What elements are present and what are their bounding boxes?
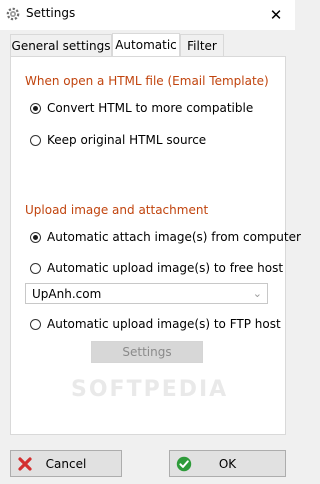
- watermark-text: SOFTPEDIA: [71, 377, 229, 402]
- radio-convert-html[interactable]: Convert HTML to more compatible: [30, 101, 253, 115]
- tab-automatic[interactable]: Automatic: [112, 33, 180, 56]
- html-section-title: When open a HTML file (Email Template): [25, 74, 269, 88]
- cancel-button[interactable]: Cancel: [10, 450, 122, 477]
- title-bar: Settings ✕: [0, 0, 295, 30]
- tab-filter[interactable]: Filter: [180, 34, 224, 56]
- free-host-select[interactable]: UpAnh.com ⌄: [25, 283, 268, 304]
- ok-button[interactable]: OK: [169, 450, 286, 477]
- close-button[interactable]: ✕: [257, 0, 295, 30]
- radio-label: Keep original HTML source: [47, 133, 207, 147]
- close-icon: ✕: [269, 6, 283, 24]
- chevron-down-icon: ⌄: [252, 287, 262, 300]
- settings-gear-icon: [5, 6, 21, 22]
- radio-keep-original-html[interactable]: Keep original HTML source: [30, 133, 206, 147]
- radio-button[interactable]: [30, 262, 41, 274]
- radio-label: Automatic upload image(s) to FTP host: [47, 317, 281, 331]
- window-title: Settings: [26, 6, 76, 20]
- radio-attach-from-computer[interactable]: Automatic attach image(s) from computer: [30, 230, 301, 244]
- radio-button[interactable]: [30, 318, 41, 330]
- ok-label: OK: [218, 457, 237, 471]
- radio-button[interactable]: [30, 134, 41, 146]
- radio-label: Automatic upload image(s) to free host: [47, 261, 284, 275]
- ftp-settings-button[interactable]: Settings: [91, 341, 203, 363]
- radio-button-checked[interactable]: [30, 102, 41, 114]
- radio-button-checked[interactable]: [30, 231, 41, 243]
- radio-label: Convert HTML to more compatible: [47, 101, 254, 115]
- free-host-selected-value: UpAnh.com: [32, 286, 102, 301]
- radio-upload-free-host[interactable]: Automatic upload image(s) to free host: [30, 261, 283, 275]
- radio-label: Automatic attach image(s) from computer: [47, 230, 301, 244]
- radio-upload-ftp-host[interactable]: Automatic upload image(s) to FTP host: [30, 317, 281, 331]
- tab-general-settings[interactable]: General settings: [10, 34, 112, 56]
- automatic-tab-panel: When open a HTML file (Email Template) C…: [10, 56, 301, 435]
- cancel-label: Cancel: [45, 457, 87, 471]
- upload-section-title: Upload image and attachment: [25, 203, 209, 217]
